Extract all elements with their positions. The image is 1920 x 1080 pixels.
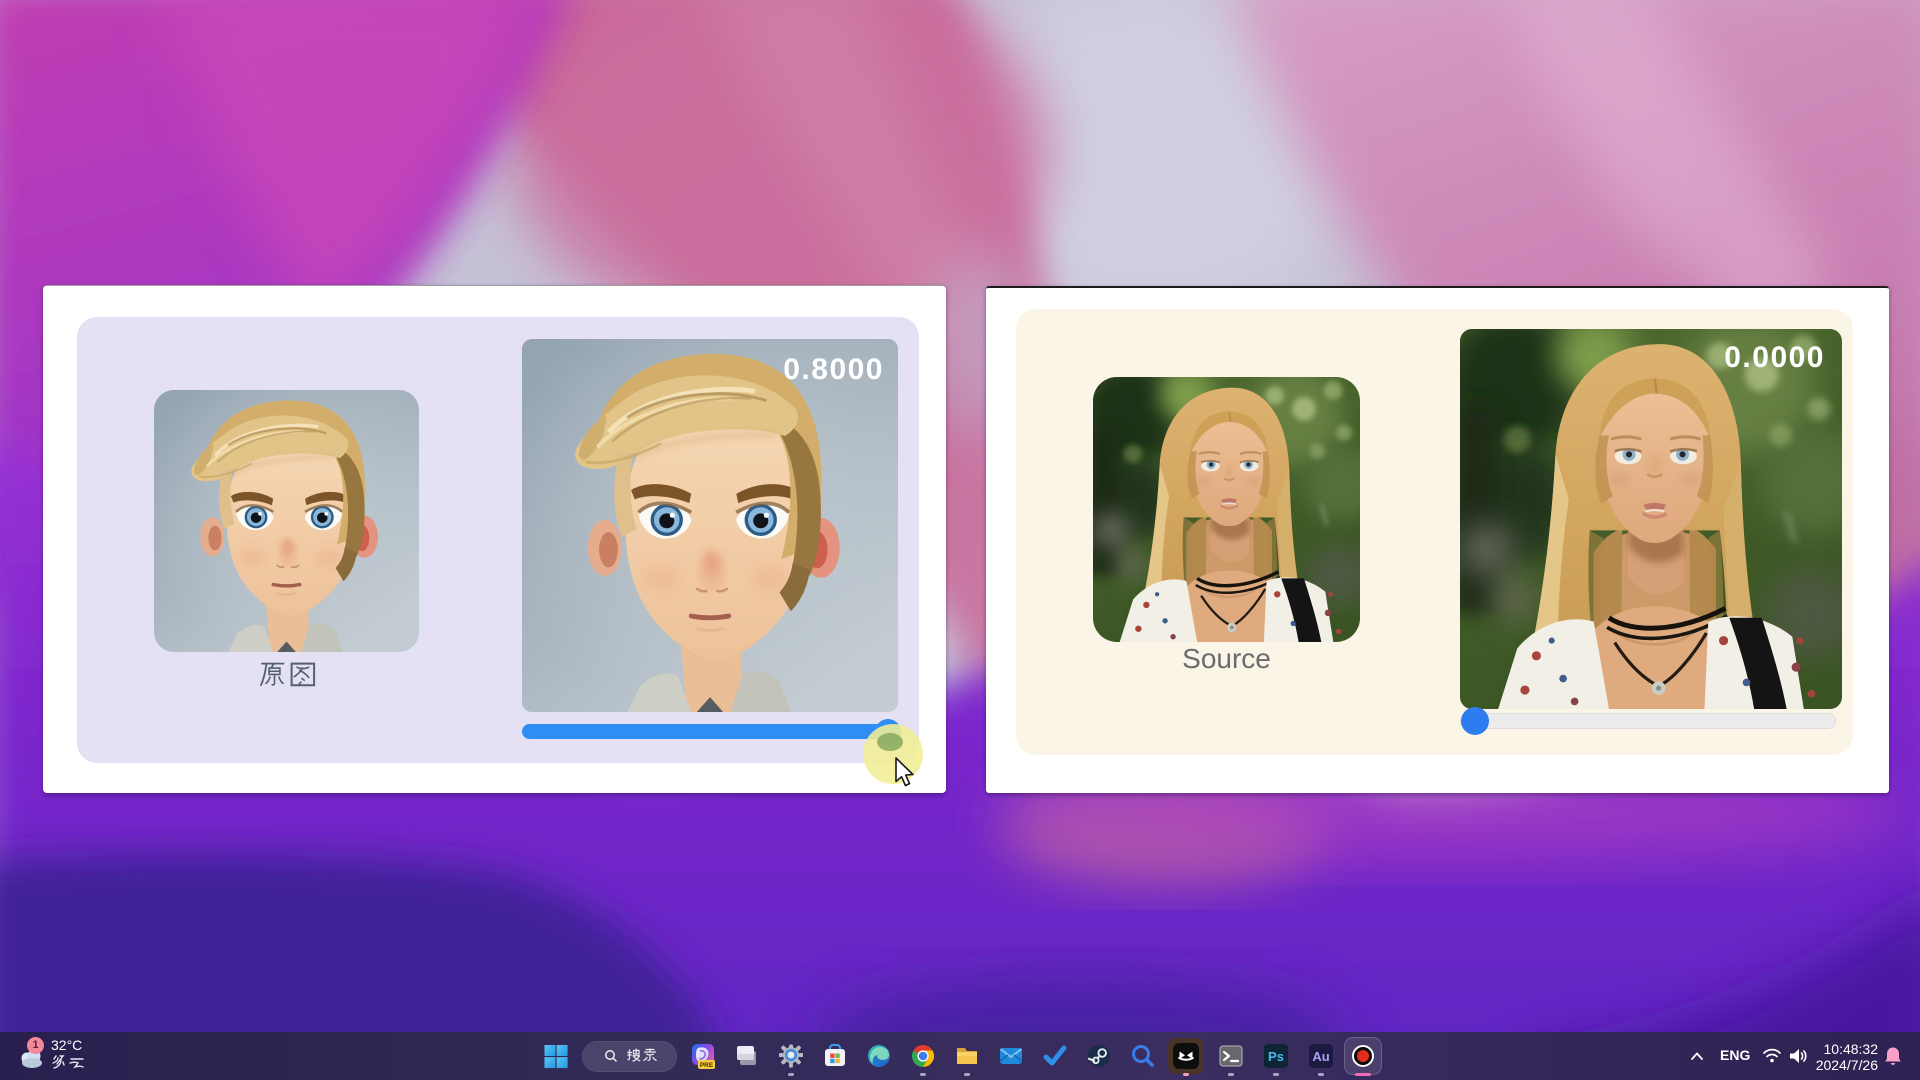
svg-text:PRE: PRE (700, 1062, 714, 1069)
svg-text:Au: Au (1312, 1049, 1329, 1064)
svg-text:Ps: Ps (1268, 1049, 1284, 1064)
